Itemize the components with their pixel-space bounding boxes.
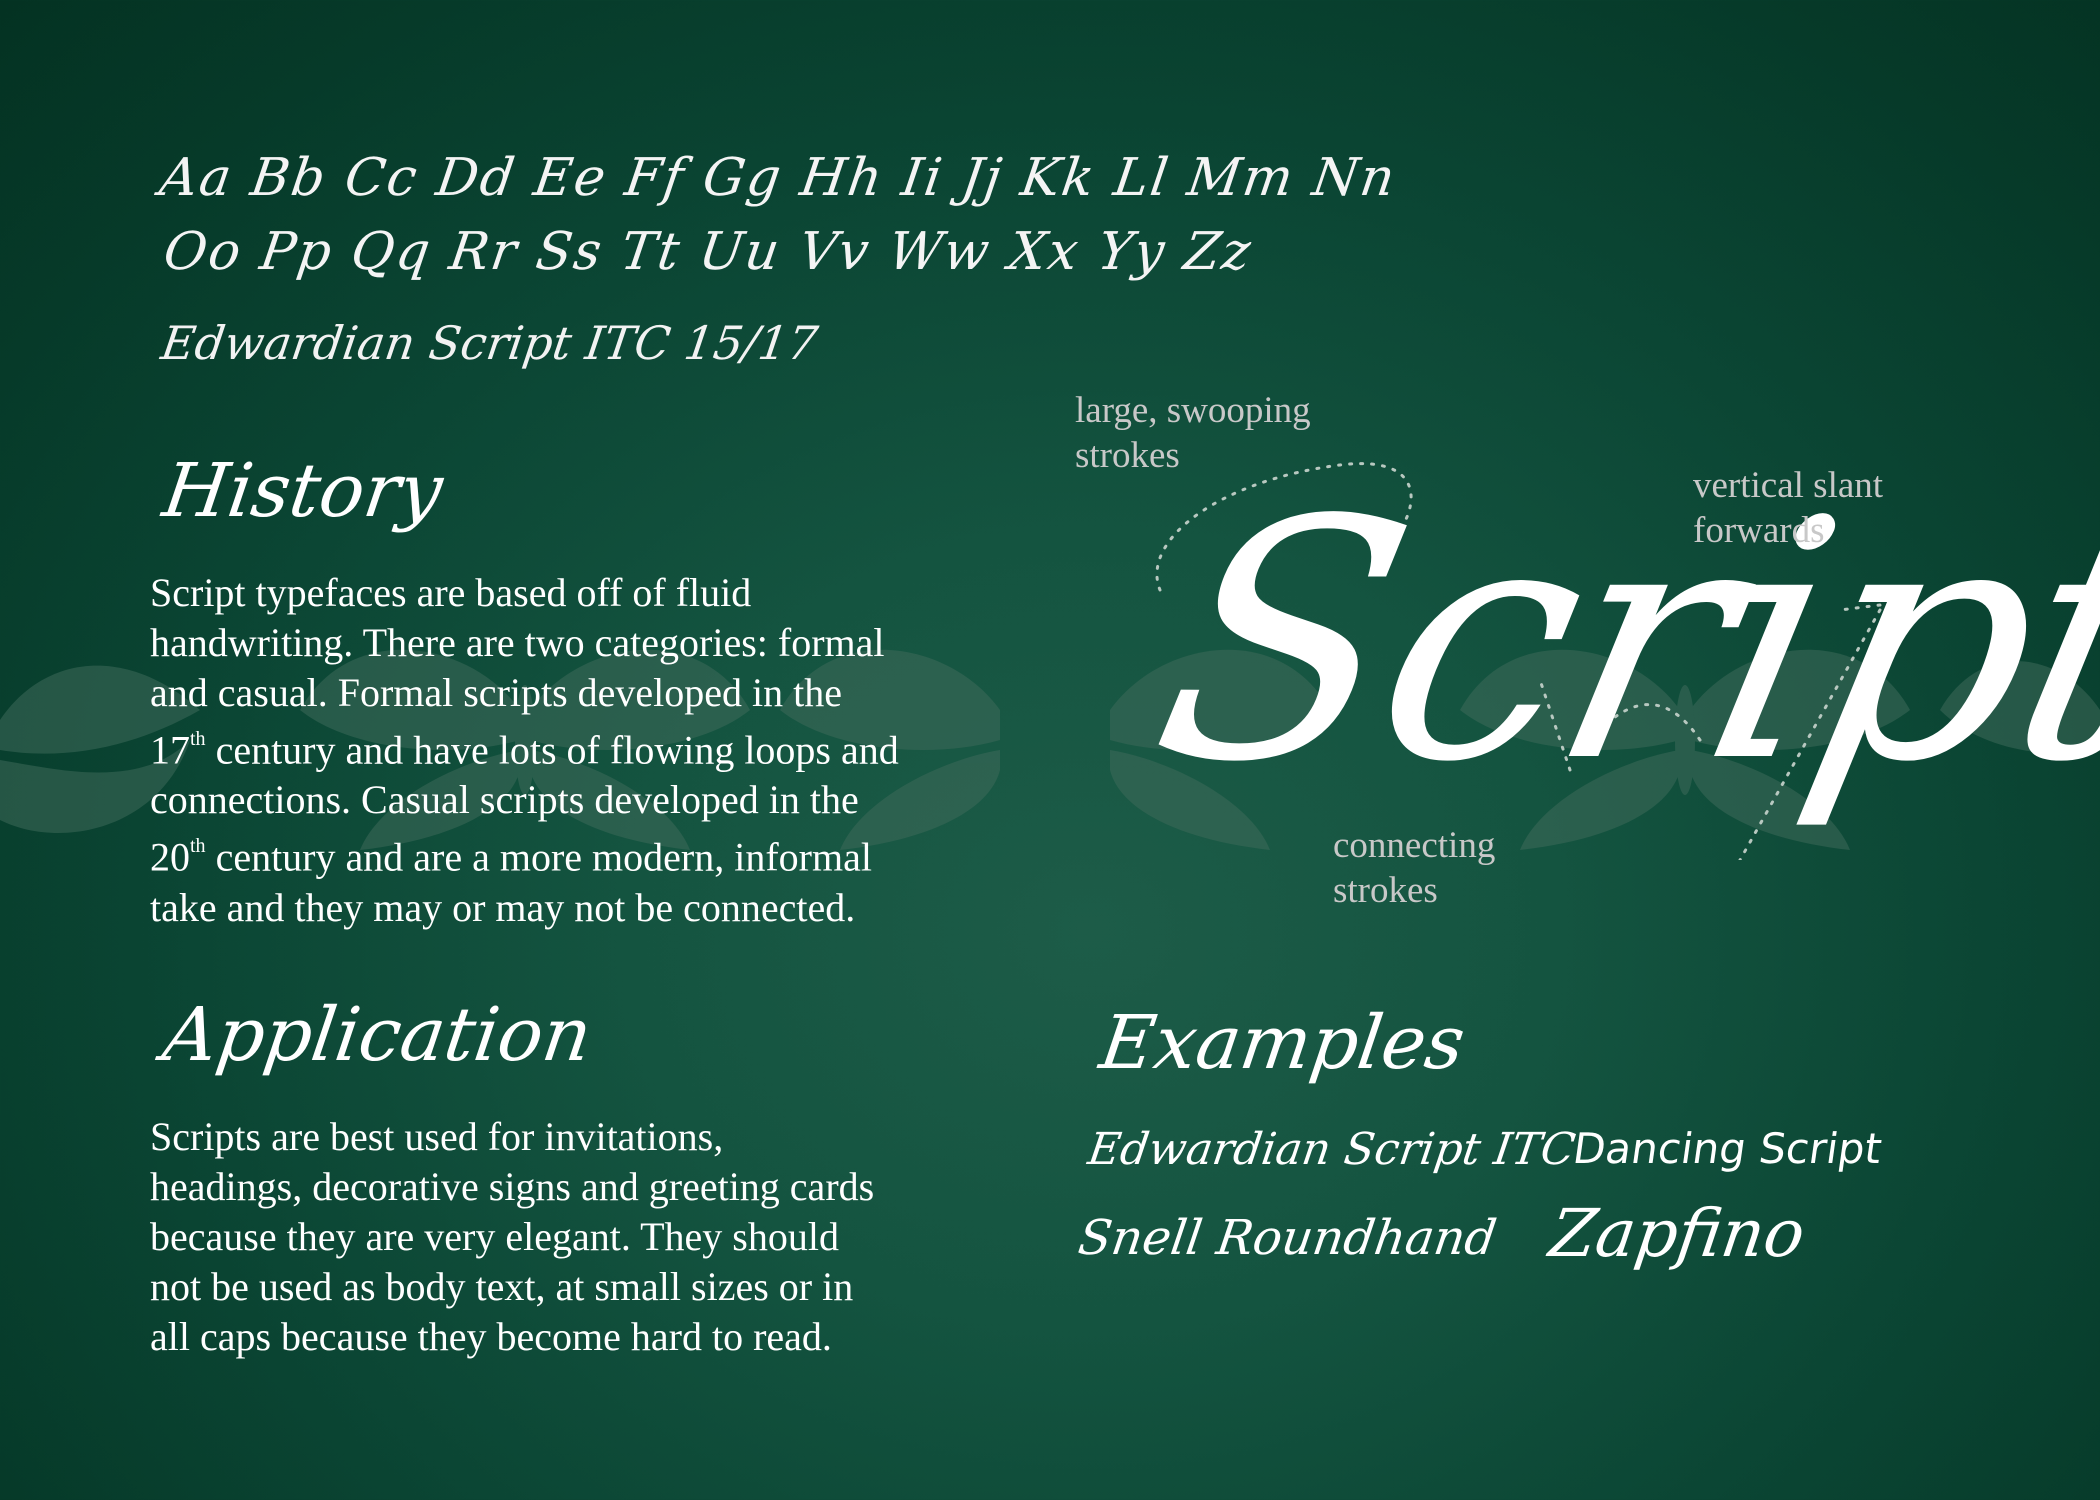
- annotation-slant: vertical slant forwards: [1693, 465, 1884, 551]
- application-line-5: all caps because they become hard to rea…: [150, 1314, 832, 1359]
- history-line-2: handwriting. There are two categories: f…: [150, 620, 885, 665]
- example-dancing: Dancing Script: [1570, 1124, 1885, 1173]
- example-snell: Snell Roundhand: [1075, 1210, 1500, 1266]
- application-line-2: headings, decorative signs and greeting …: [150, 1164, 875, 1209]
- history-line-3: and casual. Formal scripts developed in …: [150, 670, 843, 715]
- alphabet-line-1: Aa Bb Cc Dd Ee Ff Gg Hh Ii Jj Kk Ll Mm N…: [156, 148, 1401, 208]
- history-line-1: Script typefaces are based off of fluid: [150, 570, 752, 615]
- example-edwardian: Edwardian Script ITC: [1085, 1124, 1579, 1175]
- history-line-5: connections. Casual scripts developed in…: [150, 777, 859, 823]
- annotation-swooping: large, swooping strokes: [1075, 390, 1311, 476]
- application-heading: Application: [158, 992, 597, 1078]
- history-line-6: 20th century and are a more modern, info…: [150, 834, 872, 880]
- specimen-caption: Edwardian Script ITC 15/17: [158, 316, 822, 370]
- history-heading: History: [158, 448, 448, 534]
- application-line-3: because they are very elegant. They shou…: [150, 1214, 839, 1259]
- application-line-4: not be used as body text, at small sizes…: [150, 1264, 854, 1309]
- application-body: Scripts are best used for invitations, h…: [150, 1112, 874, 1362]
- examples-heading: Examples: [1095, 1000, 1470, 1086]
- history-body: Script typefaces are based off of fluid …: [150, 568, 899, 933]
- example-zapfino: Zapfino: [1545, 1195, 1810, 1272]
- alphabet-line-2: Oo Pp Qq Rr Ss Tt Uu Vv Ww Xx Yy Zz: [160, 222, 1257, 282]
- history-line-7: take and they may or may not be connecte…: [150, 884, 856, 930]
- application-line-1: Scripts are best used for invitations,: [150, 1114, 724, 1159]
- annotation-connecting: connecting strokes: [1333, 825, 1496, 911]
- feature-script-word: Script: [1130, 450, 2100, 834]
- history-line-4: 17th century and have lots of flowing lo…: [150, 727, 899, 773]
